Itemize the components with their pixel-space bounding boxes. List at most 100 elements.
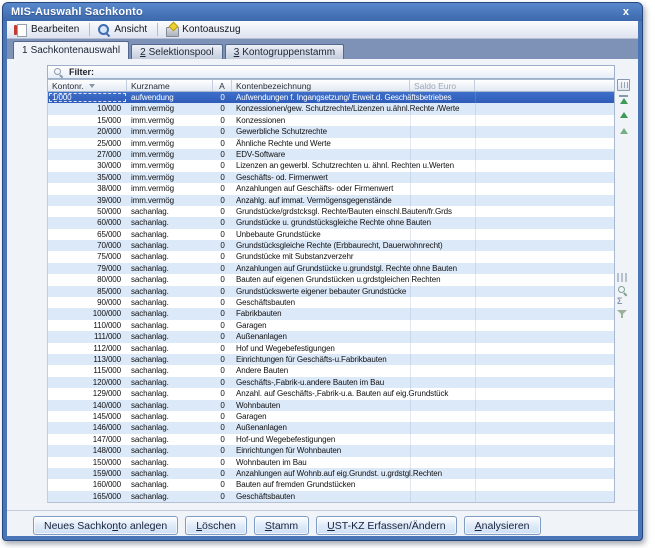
- sum-icon[interactable]: [617, 296, 622, 306]
- cell-a: 0: [213, 195, 232, 206]
- loeschen-button[interactable]: Löschen: [185, 516, 247, 535]
- cell-kurzname: sachanlag.: [127, 479, 213, 490]
- cell-empty: [475, 491, 614, 502]
- cell-a: 0: [213, 479, 232, 490]
- table-row[interactable]: 145/000 sachanlag. 0 Garagen: [48, 411, 614, 422]
- analysieren-button[interactable]: Analysieren: [464, 516, 541, 535]
- table-row[interactable]: 147/000 sachanlag. 0 Hof-und Wegebefesti…: [48, 434, 614, 445]
- cell-kontonr: 160/000: [48, 479, 127, 490]
- toolbar-ansicht-button[interactable]: Ansicht: [94, 22, 153, 37]
- cell-kontonr: 115/000: [48, 365, 127, 376]
- table-row[interactable]: 27/000 imm.vermög 0 EDV-Software: [48, 149, 614, 160]
- table-row[interactable]: 65/000 sachanlag. 0 Unbebaute Grundstück…: [48, 229, 614, 240]
- cell-a: 0: [213, 240, 232, 251]
- ust-kz-erfassen-aendern-button[interactable]: UST-KZ Erfassen/Ändern: [316, 516, 456, 535]
- table-row[interactable]: 129/000 sachanlag. 0 Anzahl. auf Geschäf…: [48, 388, 614, 399]
- cell-empty: [475, 377, 614, 388]
- table-row[interactable]: 160/000 sachanlag. 0 Bauten auf fremden …: [48, 479, 614, 490]
- table-row[interactable]: 159/000 sachanlag. 0 Anzahlungen auf Woh…: [48, 468, 614, 479]
- table-row[interactable]: 10/000 imm.vermög 0 Konzessionen/gew. Sc…: [48, 103, 614, 114]
- table-row[interactable]: 110/000 sachanlag. 0 Garagen: [48, 320, 614, 331]
- column-header-a[interactable]: A: [213, 80, 232, 91]
- table-row[interactable]: 146/000 sachanlag. 0 Außenanlagen: [48, 422, 614, 433]
- toolbar-kontoauszug-button[interactable]: Kontoauszug: [162, 22, 246, 37]
- table-row[interactable]: 165/000 sachanlag. 0 Geschäftsbauten: [48, 491, 614, 502]
- cell-kontenbezeichnung: Konzessionen/gew. Schutzrechte/Lizenzen …: [232, 103, 410, 114]
- table-row[interactable]: 80/000 sachanlag. 0 Bauten auf eigenen G…: [48, 274, 614, 285]
- cell-saldo-euro: [410, 263, 475, 274]
- table-row[interactable]: 25/000 imm.vermög 0 Ähnliche Rechte und …: [48, 138, 614, 149]
- table-row[interactable]: 90/000 sachanlag. 0 Geschäftsbauten: [48, 297, 614, 308]
- cell-kontonr: 39/000: [48, 195, 127, 206]
- cell-a: 0: [213, 343, 232, 354]
- cell-empty: [475, 183, 614, 194]
- cell-kontonr: 110/000: [48, 320, 127, 331]
- table-row[interactable]: 112/000 sachanlag. 0 Hof und Wegebefesti…: [48, 343, 614, 354]
- table-row[interactable]: 38/000 imm.vermög 0 Anzahlungen auf Gesc…: [48, 183, 614, 194]
- cell-kontenbezeichnung: Aufwendungen f. Ingangsetzung/ Erweit.d.…: [232, 92, 410, 103]
- scroll-up-alt-icon[interactable]: [617, 127, 630, 134]
- cell-kontonr: 75/000: [48, 251, 127, 262]
- cell-saldo-euro: [410, 195, 475, 206]
- cell-saldo-euro: [410, 240, 475, 251]
- cell-kurzname: sachanlag.: [127, 217, 213, 228]
- close-icon[interactable]: x: [618, 6, 634, 19]
- cell-kontonr: 165/000: [48, 491, 127, 502]
- table-row[interactable]: 113/000 sachanlag. 0 Einrichtungen für G…: [48, 354, 614, 365]
- table-row[interactable]: 79/000 sachanlag. 0 Anzahlungen auf Grun…: [48, 263, 614, 274]
- table-row[interactable]: 50/000 sachanlag. 0 Grundstücke/grdstcks…: [48, 206, 614, 217]
- table-row[interactable]: 140/000 sachanlag. 0 Wohnbauten: [48, 400, 614, 411]
- stamm-button[interactable]: Stamm: [254, 516, 309, 535]
- table-row[interactable]: 35/000 imm.vermög 0 Geschäfts- od. Firme…: [48, 172, 614, 183]
- cell-kurzname: sachanlag.: [127, 457, 213, 468]
- search-small-icon[interactable]: [617, 285, 628, 296]
- scroll-up-icon[interactable]: [617, 111, 630, 118]
- filter-icon[interactable]: [617, 309, 627, 319]
- toolbar-bearbeiten-button[interactable]: Bearbeiten: [11, 22, 85, 37]
- table-row[interactable]: 111/000 sachanlag. 0 Außenanlagen: [48, 331, 614, 342]
- filter-bar[interactable]: Filter:: [47, 65, 615, 79]
- cell-a: 0: [213, 206, 232, 217]
- edit-icon: [14, 23, 27, 36]
- tab-kontogruppenstamm[interactable]: 3Kontogruppenstamm: [225, 44, 344, 59]
- table-row[interactable]: 148/000 sachanlag. 0 Einrichtungen für W…: [48, 445, 614, 456]
- column-chooser-icon[interactable]: [617, 79, 630, 91]
- table-row[interactable]: 115/000 sachanlag. 0 Andere Bauten: [48, 365, 614, 376]
- table-row[interactable]: 150/000 sachanlag. 0 Wohnbauten im Bau: [48, 457, 614, 468]
- table-row[interactable]: 39/000 imm.vermög 0 Anzahlg. auf immat. …: [48, 195, 614, 206]
- table-row[interactable]: 85/000 sachanlag. 0 Grundstückswerte eig…: [48, 286, 614, 297]
- table-row[interactable]: 75/000 sachanlag. 0 Grundstücke mit Subs…: [48, 251, 614, 262]
- column-header-kontenbezeichnung[interactable]: Kontenbezeichnung: [232, 80, 410, 91]
- cell-kontenbezeichnung: Anzahlungen auf Wohnb.auf eig.Grundst. u…: [232, 468, 410, 479]
- scroll-to-top-icon[interactable]: [617, 95, 630, 104]
- toolbar-kontoauszug-label: Kontoauszug: [182, 24, 240, 35]
- tab-selektionspool[interactable]: 2Selektionspool: [131, 44, 223, 59]
- window: MIS-Auswahl Sachkonto x Bearbeiten Ansic…: [2, 2, 643, 541]
- cell-a: 0: [213, 183, 232, 194]
- table-row[interactable]: 70/000 sachanlag. 0 Grundstücksgleiche R…: [48, 240, 614, 251]
- cell-kontonr: 113/000: [48, 354, 127, 365]
- table-row[interactable]: 30/000 imm.vermög 0 Lizenzen an gewerbl.…: [48, 160, 614, 171]
- table-row[interactable]: 120/000 sachanlag. 0 Geschäfts-,Fabrik-u…: [48, 377, 614, 388]
- neues-sachkonto-anlegen-button[interactable]: Neues Sachkonto anlegen: [33, 516, 178, 535]
- cell-saldo-euro: [410, 229, 475, 240]
- cell-kurzname: sachanlag.: [127, 434, 213, 445]
- table-row[interactable]: 60/000 sachanlag. 0 Grundstücke u. grund…: [48, 217, 614, 228]
- cell-empty: [475, 251, 614, 262]
- table-row[interactable]: 100/000 sachanlag. 0 Fabrikbauten: [48, 308, 614, 319]
- cell-kontonr: 80/000: [48, 274, 127, 285]
- table-row[interactable]: 15/000 imm.vermög 0 Konzessionen: [48, 115, 614, 126]
- cell-saldo-euro: [410, 457, 475, 468]
- tab-sachkontenauswahl[interactable]: 1Sachkontenauswahl: [13, 41, 129, 59]
- table-row[interactable]: 20/000 imm.vermög 0 Gewerbliche Schutzre…: [48, 126, 614, 137]
- cell-a: 0: [213, 331, 232, 342]
- table-row[interactable]: 1/000 aufwendung 0 Aufwendungen f. Ingan…: [48, 92, 614, 103]
- cell-kontenbezeichnung: EDV-Software: [232, 149, 410, 160]
- cell-kontenbezeichnung: Grundstücke/grdstcksgl. Rechte/Bauten ei…: [232, 206, 410, 217]
- column-header-kurzname[interactable]: Kurzname: [127, 80, 213, 91]
- cell-empty: [475, 297, 614, 308]
- column-header-kontonr[interactable]: Kontonr.: [48, 80, 127, 91]
- search-icon: [53, 67, 64, 78]
- columns-icon[interactable]: [617, 273, 627, 282]
- cell-saldo-euro: [410, 422, 475, 433]
